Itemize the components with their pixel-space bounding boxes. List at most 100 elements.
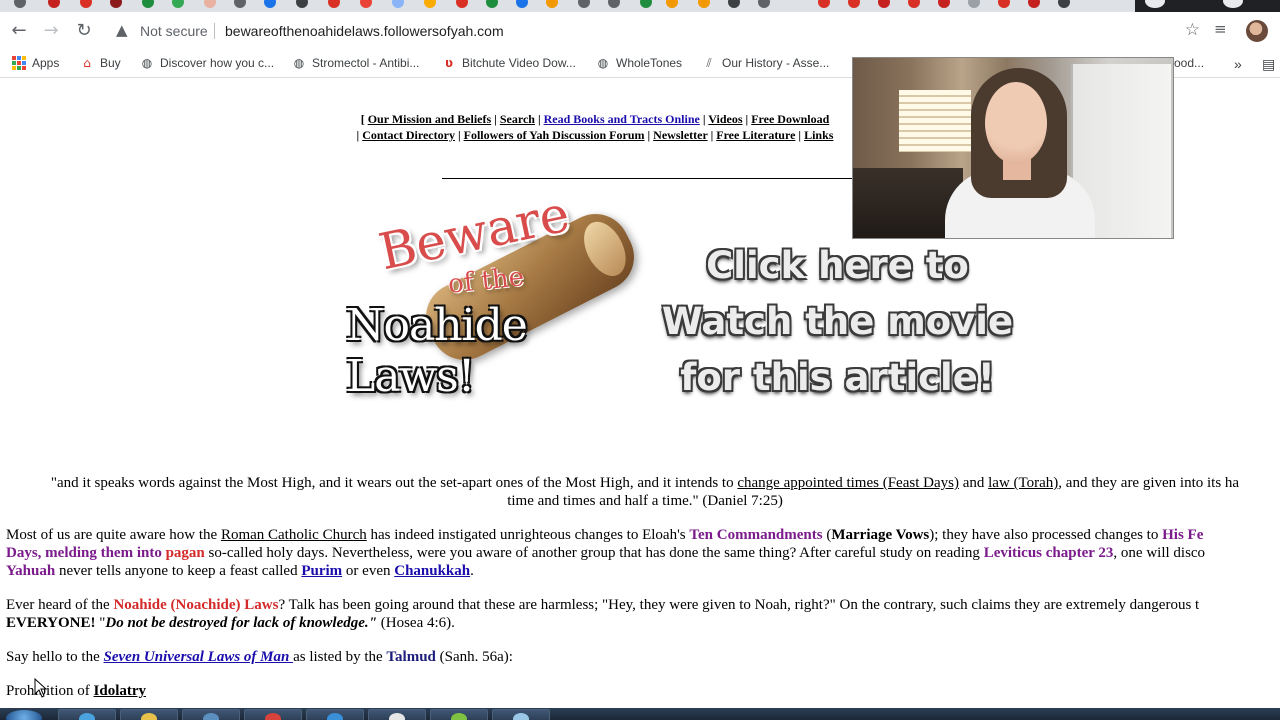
mouse-cursor-icon — [34, 677, 48, 698]
bookmark-wholetones[interactable]: ◍ WholeTones — [596, 56, 682, 70]
tab-favicon-icon[interactable] — [296, 0, 308, 8]
nav-link-mission[interactable]: Our Mission and Beliefs — [368, 112, 491, 126]
talmud-text: Talmud — [386, 649, 436, 665]
nav-link-search[interactable]: Search — [500, 112, 535, 126]
start-button[interactable] — [6, 710, 42, 720]
tab-favicon-icon[interactable] — [110, 0, 122, 8]
feast-days-link[interactable]: change appointed times (Feast Days) — [737, 475, 959, 491]
close-button[interactable] — [1223, 0, 1243, 8]
taskbar-app-button[interactable] — [120, 709, 178, 720]
tab-favicon-icon[interactable] — [172, 0, 184, 8]
chanukkah-link[interactable]: Chanukkah — [394, 563, 470, 579]
tab-favicon-icon[interactable] — [1058, 0, 1070, 8]
profile-avatar[interactable] — [1246, 20, 1268, 42]
tab-favicon-icon[interactable] — [142, 0, 154, 8]
hosea-quote-text: Do not be destroyed for lack of knowledg… — [105, 615, 377, 631]
tab-favicon-icon[interactable] — [424, 0, 436, 8]
quote-text: and — [958, 475, 989, 491]
tab-favicon-icon[interactable] — [640, 0, 652, 8]
tab-favicon-icon[interactable] — [818, 0, 830, 8]
address-bar[interactable]: ▲ Not secure bewareofthenoahidelaws.foll… — [110, 17, 1200, 45]
tab-strip[interactable] — [0, 0, 1280, 12]
body-text: " — [95, 615, 106, 631]
seven-universal-laws-link[interactable]: Seven Universal Laws of Man — [104, 649, 294, 665]
purim-link[interactable]: Purim — [301, 563, 342, 579]
bookmark-discover[interactable]: ◍ Discover how you c... — [140, 56, 274, 70]
bookmark-our-history[interactable]: ⫽ Our History - Asse... — [702, 56, 829, 70]
tab-favicon-icon[interactable] — [328, 0, 340, 8]
tab-favicon-icon[interactable] — [456, 0, 468, 8]
idolatry-link[interactable]: Idolatry — [94, 683, 147, 699]
taskbar-app-button[interactable] — [306, 709, 364, 720]
tab-favicon-icon[interactable] — [758, 0, 770, 8]
body-text: never tells anyone to keep a feast calle… — [55, 563, 302, 579]
nav-link-contact[interactable]: Contact Directory — [362, 128, 455, 142]
chevron-double-icon: » — [1234, 56, 1242, 72]
os-taskbar — [0, 708, 1280, 720]
security-label[interactable]: Not secure — [140, 23, 208, 39]
reload-icon[interactable]: ↻ — [71, 19, 97, 43]
taskbar-app-button[interactable] — [492, 709, 550, 720]
nav-link-newsletter[interactable]: Newsletter — [653, 128, 707, 142]
tab-favicon-icon[interactable] — [360, 0, 372, 8]
reading-list-icon[interactable]: ▤ — [1262, 56, 1275, 73]
everyone-text: EVERYONE! — [6, 615, 96, 631]
body-text: (Hosea 4:6). — [377, 615, 455, 631]
back-arrow-icon[interactable]: ← — [6, 19, 32, 43]
tab-favicon-icon[interactable] — [14, 0, 26, 8]
tab-favicon-icon[interactable] — [728, 0, 740, 8]
roman-catholic-church-link[interactable]: Roman Catholic Church — [221, 527, 367, 543]
tab-favicon-icon[interactable] — [878, 0, 890, 8]
tab-favicon-icon[interactable] — [908, 0, 920, 8]
body-text: as listed by the — [293, 649, 387, 665]
url-text[interactable]: bewareofthenoahidelaws.followersofyah.co… — [225, 23, 504, 39]
tab-favicon-icon[interactable] — [80, 0, 92, 8]
tab-favicon-icon[interactable] — [968, 0, 980, 8]
bookmark-truncated[interactable]: ood... — [1174, 56, 1204, 70]
tab-favicon-icon[interactable] — [264, 0, 276, 8]
tab-favicon-icon[interactable] — [48, 0, 60, 8]
bookmark-bitchute[interactable]: ʋ Bitchute Video Dow... — [442, 56, 576, 70]
bookmark-apps[interactable]: Apps — [12, 56, 59, 70]
bookmark-label: Buy — [100, 56, 121, 70]
tab-favicon-icon[interactable] — [516, 0, 528, 8]
nav-link-videos[interactable]: Videos — [708, 112, 742, 126]
tab-favicon-icon[interactable] — [608, 0, 620, 8]
forward-arrow-icon[interactable]: → — [38, 19, 64, 43]
tab-favicon-icon[interactable] — [204, 0, 216, 8]
body-text: ? Talk has been going around that these … — [278, 597, 1200, 613]
tab-favicon-icon[interactable] — [578, 0, 590, 8]
tab-favicon-icon[interactable] — [234, 0, 246, 8]
taskbar-app-button[interactable] — [368, 709, 426, 720]
tab-favicon-icon[interactable] — [698, 0, 710, 8]
nav-link-links[interactable]: Links — [804, 128, 833, 142]
tab-favicon-icon[interactable] — [998, 0, 1010, 8]
tab-favicon-icon[interactable] — [666, 0, 678, 8]
globe-icon: ◍ — [293, 56, 305, 70]
warning-triangle-icon[interactable]: ▲ — [116, 21, 128, 39]
taskbar-app-button[interactable] — [430, 709, 488, 720]
tab-favicon-icon[interactable] — [486, 0, 498, 8]
nav-link-free-download[interactable]: Free Download — [751, 112, 829, 126]
bookmarks-overflow-button[interactable]: » — [1234, 56, 1242, 72]
ten-commandments-text: Ten Commandments — [689, 527, 823, 543]
taskbar-app-button[interactable] — [182, 709, 240, 720]
torah-link[interactable]: law (Torah) — [988, 475, 1058, 491]
watch-movie-link[interactable]: Click here to Watch the movie for this a… — [660, 238, 1015, 406]
bookmark-stromectol[interactable]: ◍ Stromectol - Antibi... — [292, 56, 420, 70]
taskbar-app-button[interactable] — [244, 709, 302, 720]
media-queue-icon[interactable]: ≡ — [1214, 20, 1227, 38]
nav-link-literature[interactable]: Free Literature — [716, 128, 795, 142]
taskbar-app-button[interactable] — [58, 709, 116, 720]
nav-link-read-books[interactable]: Read Books and Tracts Online — [544, 112, 700, 126]
bookmark-label: Our History - Asse... — [722, 56, 830, 70]
tab-favicon-icon[interactable] — [1028, 0, 1040, 8]
bookmark-buy[interactable]: ⌂ Buy — [80, 56, 121, 70]
tab-favicon-icon[interactable] — [546, 0, 558, 8]
tab-favicon-icon[interactable] — [392, 0, 404, 8]
tab-favicon-icon[interactable] — [848, 0, 860, 8]
star-icon[interactable]: ☆ — [1185, 20, 1200, 40]
nav-link-forum[interactable]: Followers of Yah Discussion Forum — [464, 128, 645, 142]
minimize-button[interactable] — [1145, 0, 1165, 8]
tab-favicon-icon[interactable] — [938, 0, 950, 8]
